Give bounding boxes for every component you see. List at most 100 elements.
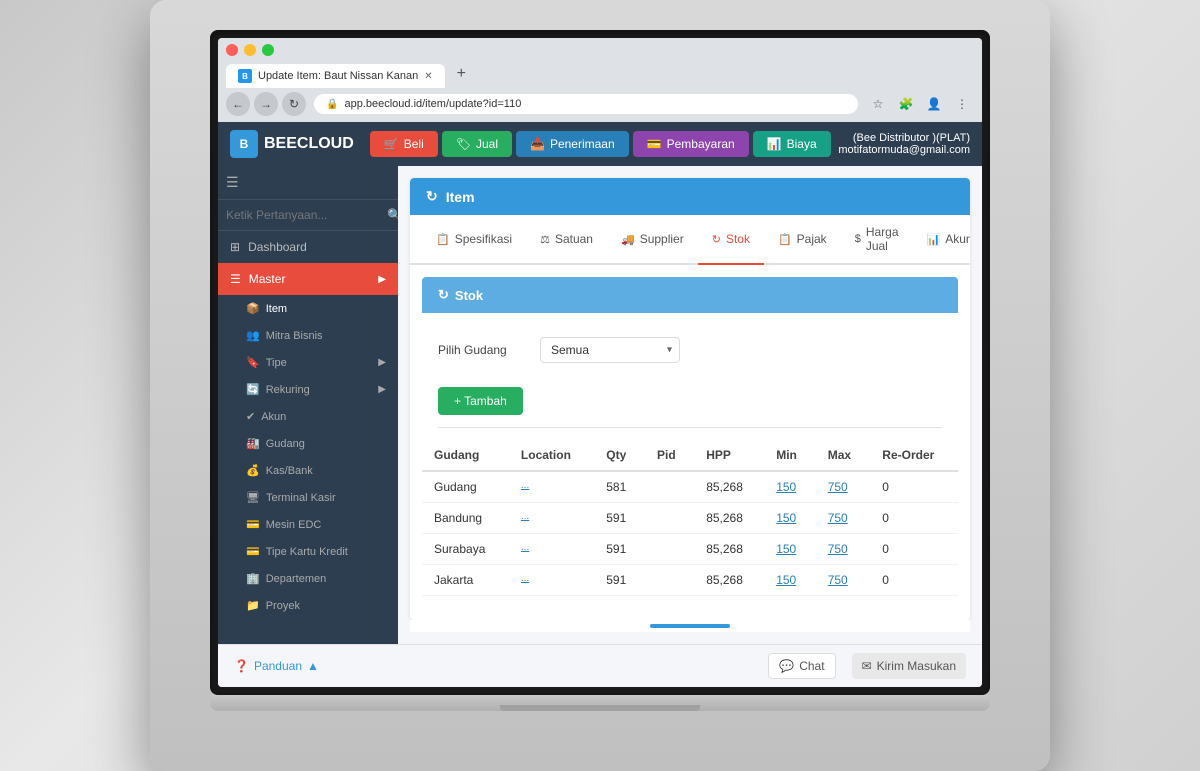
min-link[interactable]: 150 bbox=[776, 511, 796, 525]
active-browser-tab[interactable]: B Update Item: Baut Nissan Kanan ✕ bbox=[226, 64, 445, 88]
cell-hpp: 85,268 bbox=[694, 471, 764, 503]
tab-akuntansi[interactable]: 📊 Akuntansi bbox=[913, 215, 971, 265]
browser-chrome: B Update Item: Baut Nissan Kanan ✕ + bbox=[218, 38, 982, 88]
max-link[interactable]: 750 bbox=[828, 480, 848, 494]
sidebar-item-dashboard[interactable]: ⊞ Dashboard bbox=[218, 231, 398, 263]
location-link[interactable]: ... bbox=[521, 573, 582, 584]
url-bar[interactable]: 🔒 app.beecloud.id/item/update?id=110 bbox=[314, 94, 858, 114]
akun-label: Akun bbox=[261, 411, 286, 423]
cell-max: 750 bbox=[816, 534, 871, 565]
nav-item-pembayaran[interactable]: 💳 Pembayaran bbox=[633, 131, 749, 157]
page-card: ↻ Item 📋 Spesifikasi ⚖ bbox=[410, 178, 970, 620]
forward-btn[interactable]: → bbox=[254, 92, 278, 116]
sidebar-sub-item-mitra-bisnis[interactable]: 👥 Mitra Bisnis bbox=[218, 322, 398, 349]
location-link[interactable]: ... bbox=[521, 480, 582, 491]
sidebar-sub-item-terminal-kasir[interactable]: 🖥 Terminal Kasir bbox=[218, 484, 398, 511]
sidebar-sub-item-akun[interactable]: ✔ Akun bbox=[218, 403, 398, 430]
profile-btn[interactable]: 👤 bbox=[922, 92, 946, 116]
nav-item-jual[interactable]: 🏷 Jual bbox=[442, 131, 512, 157]
sidebar-sub-item-tipe-kartu[interactable]: 💳 Tipe Kartu Kredit bbox=[218, 538, 398, 565]
app-main: ☰ 🔍 ⊞ Dashboard ☰ Master ▶ bbox=[218, 166, 982, 644]
chat-button[interactable]: 💬 Chat bbox=[768, 653, 835, 679]
tab-supplier[interactable]: 🚚 Supplier bbox=[607, 215, 698, 265]
rekuring-icon: 🔄 bbox=[246, 383, 260, 396]
location-link[interactable]: ... bbox=[521, 542, 582, 553]
tabs-bar: 📋 Spesifikasi ⚖ Satuan 🚚 Supplier bbox=[410, 215, 970, 265]
sidebar: ☰ 🔍 ⊞ Dashboard ☰ Master ▶ bbox=[218, 166, 398, 644]
tab-pajak[interactable]: 📋 Pajak bbox=[764, 215, 841, 265]
cell-qty: 591 bbox=[594, 534, 645, 565]
app-logo: B BEECLOUD bbox=[230, 130, 354, 158]
sidebar-sub-item-gudang[interactable]: 🏭 Gudang bbox=[218, 430, 398, 457]
table-header-row: Gudang Location Qty Pid HPP Min Max Re-O… bbox=[422, 440, 958, 471]
cell-max: 750 bbox=[816, 471, 871, 503]
browser-tabs: B Update Item: Baut Nissan Kanan ✕ + bbox=[226, 60, 974, 88]
sidebar-sub-item-rekuring[interactable]: 🔄 Rekuring ▶ bbox=[218, 376, 398, 403]
tipe-icon: 🔖 bbox=[246, 356, 260, 369]
extensions-btn[interactable]: 🧩 bbox=[894, 92, 918, 116]
cell-pid bbox=[645, 503, 694, 534]
sidebar-search-input[interactable] bbox=[226, 208, 381, 222]
penerimaan-label: Penerimaan bbox=[550, 137, 615, 151]
nav-item-beli[interactable]: 🛒 Beli bbox=[370, 131, 438, 157]
tambah-button[interactable]: + Tambah bbox=[438, 387, 523, 415]
sidebar-item-master[interactable]: ☰ Master ▶ bbox=[218, 263, 398, 295]
table-row: Jakarta ... 591 85,268 150 750 0 bbox=[422, 565, 958, 596]
hamburger-btn[interactable]: ☰ bbox=[218, 166, 398, 200]
window-maximize-btn[interactable] bbox=[262, 44, 274, 56]
tab-favicon: B bbox=[238, 69, 252, 83]
reload-btn[interactable]: ↻ bbox=[282, 92, 306, 116]
max-link[interactable]: 750 bbox=[828, 542, 848, 556]
cell-location: ... bbox=[509, 534, 594, 565]
menu-btn[interactable]: ⋮ bbox=[950, 92, 974, 116]
chevron-right-icon: ▶ bbox=[378, 274, 386, 285]
kirim-masukan-button[interactable]: ✉ Kirim Masukan bbox=[852, 653, 966, 679]
new-tab-btn[interactable]: + bbox=[447, 60, 476, 88]
nav-item-penerimaan[interactable]: 📥 Penerimaan bbox=[516, 131, 629, 157]
kartu-label: Tipe Kartu Kredit bbox=[266, 546, 348, 558]
pilih-gudang-row: Pilih Gudang Semua Gudang Bandung Suraba… bbox=[422, 325, 958, 375]
master-icon: ☰ bbox=[230, 272, 241, 286]
cell-hpp: 85,268 bbox=[694, 503, 764, 534]
kas-label: Kas/Bank bbox=[266, 465, 313, 477]
gudang-select[interactable]: Semua Gudang Bandung Surabaya Jakarta bbox=[540, 337, 680, 363]
sidebar-sub-item-proyek[interactable]: 📁 Proyek bbox=[218, 592, 398, 619]
max-link[interactable]: 750 bbox=[828, 573, 848, 587]
question-icon: ❓ bbox=[234, 659, 249, 673]
scroll-indicator bbox=[410, 620, 970, 632]
th-min: Min bbox=[764, 440, 816, 471]
tab-stok[interactable]: ↻ Stok bbox=[698, 215, 764, 265]
panduan-btn[interactable]: ❓ Panduan ▲ bbox=[234, 659, 319, 673]
window-minimize-btn[interactable] bbox=[244, 44, 256, 56]
max-link[interactable]: 750 bbox=[828, 511, 848, 525]
min-link[interactable]: 150 bbox=[776, 542, 796, 556]
window-close-btn[interactable] bbox=[226, 44, 238, 56]
min-link[interactable]: 150 bbox=[776, 480, 796, 494]
browser-window: B Update Item: Baut Nissan Kanan ✕ + ← →… bbox=[218, 38, 982, 687]
sidebar-sub-item-item[interactable]: 📦 Item bbox=[218, 295, 398, 322]
th-qty: Qty bbox=[594, 440, 645, 471]
cell-min: 150 bbox=[764, 503, 816, 534]
sidebar-sub-item-tipe[interactable]: 🔖 Tipe ▶ bbox=[218, 349, 398, 376]
table-row: Surabaya ... 591 85,268 150 750 0 bbox=[422, 534, 958, 565]
tab-close-btn[interactable]: ✕ bbox=[424, 71, 432, 82]
laptop-wrapper: B Update Item: Baut Nissan Kanan ✕ + ← →… bbox=[150, 0, 1050, 771]
stok-icon: ↻ bbox=[712, 233, 721, 246]
cell-gudang: Gudang bbox=[422, 471, 509, 503]
tab-spesifikasi[interactable]: 📋 Spesifikasi bbox=[422, 215, 526, 265]
sidebar-sub-item-kas-bank[interactable]: 💰 Kas/Bank bbox=[218, 457, 398, 484]
sidebar-sub-item-mesin-edc[interactable]: 💳 Mesin EDC bbox=[218, 511, 398, 538]
dept-label: Departemen bbox=[266, 573, 327, 585]
tab-harga-jual[interactable]: $ Harga Jual bbox=[841, 215, 913, 265]
tab-satuan[interactable]: ⚖ Satuan bbox=[526, 215, 607, 265]
nav-item-biaya[interactable]: 📊 Biaya bbox=[753, 131, 831, 157]
cell-gudang: Surabaya bbox=[422, 534, 509, 565]
sidebar-sub-item-departemen[interactable]: 🏢 Departemen bbox=[218, 565, 398, 592]
min-link[interactable]: 150 bbox=[776, 573, 796, 587]
cell-hpp: 85,268 bbox=[694, 534, 764, 565]
th-pid: Pid bbox=[645, 440, 694, 471]
location-link[interactable]: ... bbox=[521, 511, 582, 522]
tipe-chevron-icon: ▶ bbox=[378, 357, 386, 368]
bookmark-btn[interactable]: ☆ bbox=[866, 92, 890, 116]
back-btn[interactable]: ← bbox=[226, 92, 250, 116]
